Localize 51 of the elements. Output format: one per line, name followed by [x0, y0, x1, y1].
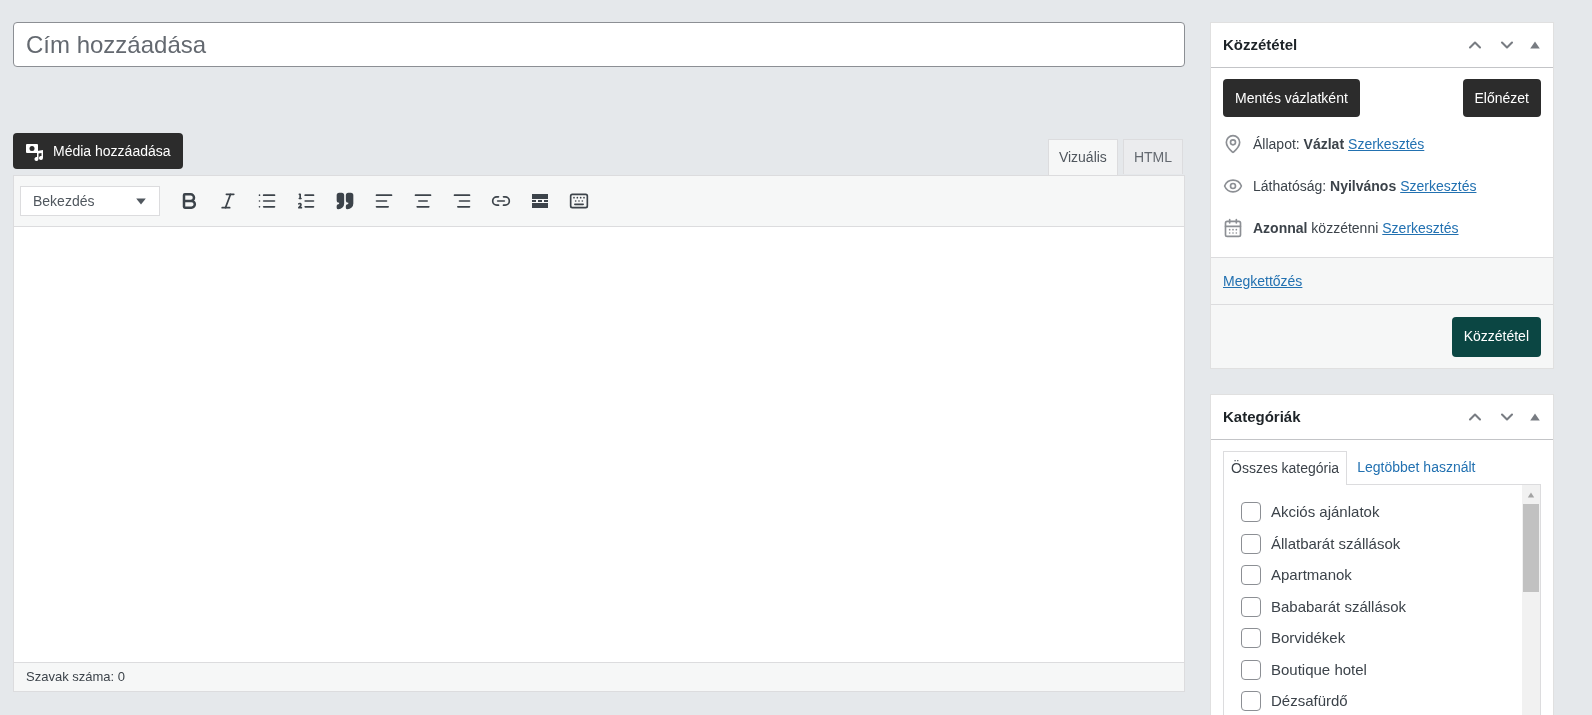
- numbered-list-icon[interactable]: [296, 191, 316, 211]
- edit-link[interactable]: Szerkesztés: [1348, 133, 1425, 155]
- status-bar: Szavak száma: 0: [14, 662, 1184, 691]
- category-label[interactable]: Akciós ajánlatok: [1271, 501, 1380, 524]
- add-media-button[interactable]: Média hozzáadása: [13, 133, 183, 169]
- scrollbar[interactable]: [1522, 485, 1540, 715]
- category-label[interactable]: Apartmanok: [1271, 564, 1352, 587]
- category-checkbox[interactable]: [1241, 628, 1261, 649]
- publish-info: Azonnal közzétenni: [1253, 218, 1379, 238]
- category-checkbox[interactable]: [1241, 659, 1261, 680]
- category-checkbox[interactable]: [1241, 565, 1261, 586]
- align-right-icon[interactable]: [452, 191, 472, 211]
- save-draft-button[interactable]: Mentés vázlatként: [1223, 79, 1360, 117]
- duplicate-link[interactable]: Megkettőzés: [1223, 270, 1303, 292]
- format-select[interactable]: Bekezdés: [20, 186, 160, 216]
- publish-button[interactable]: Közzététel: [1451, 316, 1541, 357]
- bulleted-list-icon[interactable]: [257, 191, 277, 211]
- media-icon: [25, 141, 45, 161]
- quote-icon[interactable]: [335, 191, 355, 211]
- category-label[interactable]: Dézsafürdő: [1271, 690, 1348, 713]
- box-title: Közzététel: [1223, 34, 1298, 55]
- italic-icon[interactable]: [218, 191, 238, 211]
- preview-button[interactable]: Előnézet: [1462, 79, 1541, 117]
- title-field[interactable]: Cím hozzáadása: [13, 22, 1185, 67]
- pin-icon: [1223, 134, 1243, 154]
- scroll-up-icon[interactable]: [1527, 491, 1535, 499]
- category-label[interactable]: Borvidékek: [1271, 627, 1346, 650]
- align-center-icon[interactable]: [413, 191, 433, 211]
- editor-tab[interactable]: Vizuális: [1047, 139, 1118, 175]
- align-left-icon[interactable]: [374, 191, 394, 211]
- category-label[interactable]: Bababarát szállások: [1271, 595, 1407, 618]
- edit-link[interactable]: Szerkesztés: [1400, 175, 1477, 197]
- category-checkbox[interactable]: [1241, 533, 1261, 554]
- category-checkbox[interactable]: [1241, 502, 1261, 523]
- category-label[interactable]: Boutique hotel: [1271, 658, 1367, 681]
- read-more-icon[interactable]: [530, 191, 550, 211]
- publish-info: Láthatóság: Nyilvános: [1253, 176, 1397, 196]
- collapse-icon[interactable]: [1529, 411, 1541, 423]
- edit-link[interactable]: Szerkesztés: [1382, 217, 1459, 239]
- publish-info: Állapot: Vázlat: [1253, 134, 1345, 154]
- collapse-icon[interactable]: [1529, 39, 1541, 51]
- toolbar-toggle-icon[interactable]: [569, 191, 589, 211]
- category-checkbox[interactable]: [1241, 596, 1261, 617]
- editor-tab[interactable]: HTML: [1122, 139, 1183, 174]
- eye-icon: [1223, 176, 1243, 196]
- category-tab[interactable]: Összes kategória: [1223, 451, 1348, 485]
- category-label[interactable]: Állatbarát szállások: [1271, 532, 1401, 555]
- category-checkbox[interactable]: [1241, 691, 1261, 712]
- calendar-icon: [1223, 218, 1243, 238]
- box-title: Kategóriák: [1223, 406, 1301, 427]
- category-tab[interactable]: Legtöbbet használt: [1347, 450, 1486, 484]
